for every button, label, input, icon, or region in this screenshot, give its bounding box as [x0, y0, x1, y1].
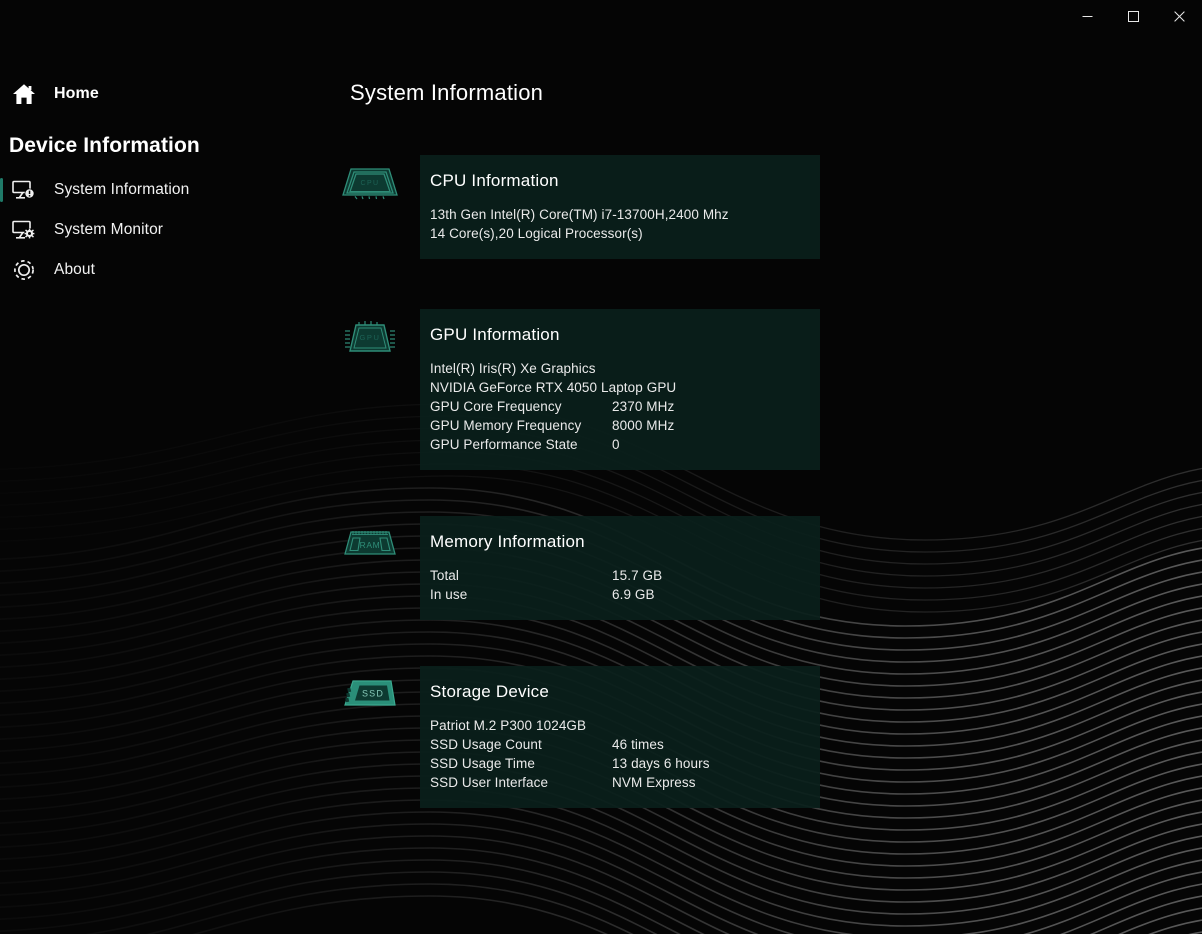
- monitor-gear-icon: [8, 220, 40, 240]
- card-line-key: SSD User Interface: [430, 775, 549, 790]
- maximize-button[interactable]: [1110, 0, 1156, 32]
- sidebar-item-label: System Monitor: [54, 221, 164, 238]
- card-line-key: Intel(R) Iris(R) Xe Graphics: [430, 361, 596, 376]
- main-content: System Information CPU CPU Information 1…: [320, 0, 1202, 934]
- card-line-key: GPU Memory Frequency: [430, 418, 582, 433]
- card-line-value: NVM Express: [612, 775, 696, 790]
- title-bar: [0, 0, 1202, 34]
- cpu-card-body: CPU Information 13th Gen Intel(R) Core(T…: [420, 155, 820, 259]
- svg-text:GPU: GPU: [359, 333, 380, 342]
- card-line-value: 13 days 6 hours: [612, 756, 710, 771]
- card-title: GPU Information: [430, 325, 560, 344]
- card-storage: SSD Storage Device Patriot M.2 P300 1024…: [320, 666, 1202, 808]
- page-title: System Information: [350, 80, 544, 105]
- card-lines: 13th Gen Intel(R) Core(TM) i7-13700H,240…: [430, 205, 820, 243]
- information-cards: CPU CPU Information 13th Gen Intel(R) Co…: [320, 155, 1202, 808]
- card-line: 13th Gen Intel(R) Core(TM) i7-13700H,240…: [430, 205, 820, 224]
- card-line-value: 46 times: [612, 737, 664, 752]
- svg-text:RAM: RAM: [360, 540, 381, 550]
- card-line-key: Total: [430, 568, 460, 583]
- card-line: GPU Performance State 0: [430, 435, 820, 454]
- card-lines: Total 15.7 GB In use 6.9 GB: [430, 566, 820, 604]
- card-line-key: SSD Usage Time: [430, 756, 535, 771]
- card-gap: [320, 620, 1202, 666]
- card-line-value: [703, 716, 820, 735]
- card-line-key: 14 Core(s),20 Logical Processor(s): [430, 226, 643, 241]
- ram-stick-icon: RAM: [320, 516, 420, 562]
- gear-icon: [8, 258, 40, 282]
- sidebar-home-label: Home: [54, 85, 99, 102]
- card-line: NVIDIA GeForce RTX 4050 Laptop GPU: [430, 378, 820, 397]
- cpu-chip-icon: CPU: [320, 155, 420, 201]
- storage-card-body: Storage Device Patriot M.2 P300 1024GB S…: [420, 666, 820, 808]
- card-line-key: NVIDIA GeForce RTX 4050 Laptop GPU: [430, 380, 677, 395]
- card-title: Memory Information: [430, 532, 585, 551]
- card-line-value: 15.7 GB: [612, 568, 663, 583]
- card-line: GPU Memory Frequency 8000 MHz: [430, 416, 820, 435]
- sidebar-item-system-information[interactable]: System Information: [0, 170, 320, 210]
- sidebar-item-home[interactable]: Home: [0, 74, 320, 114]
- sidebar: Home Device Information System Informati…: [0, 0, 320, 934]
- card-line-key: 13th Gen Intel(R) Core(TM) i7-13700H,240…: [430, 207, 729, 222]
- card-line-key: SSD Usage Count: [430, 737, 542, 752]
- card-line: SSD Usage Time 13 days 6 hours: [430, 754, 820, 773]
- gpu-card-body: GPU Information Intel(R) Iris(R) Xe Grap…: [420, 309, 820, 470]
- card-line-value: 8000 MHz: [612, 418, 675, 433]
- card-line-key: In use: [430, 587, 468, 602]
- card-line: Patriot M.2 P300 1024GB: [430, 716, 820, 735]
- app-window: Home Device Information System Informati…: [0, 0, 1202, 934]
- card-line: SSD User Interface NVM Express: [430, 773, 820, 792]
- card-line-value: [731, 224, 820, 243]
- close-icon: [1173, 10, 1185, 22]
- card-line: Total 15.7 GB: [430, 566, 820, 585]
- card-line: 14 Core(s),20 Logical Processor(s): [430, 224, 820, 243]
- monitor-info-icon: [8, 180, 40, 200]
- memory-card-body: Memory Information Total 15.7 GB In use …: [420, 516, 820, 620]
- card-cpu: CPU CPU Information 13th Gen Intel(R) Co…: [320, 155, 1202, 259]
- card-line-key: Patriot M.2 P300 1024GB: [430, 718, 587, 733]
- sidebar-item-about[interactable]: About: [0, 250, 320, 290]
- card-gpu: GPU GPU Information Intel(R) Iris(R) Xe …: [320, 309, 1202, 470]
- card-gap: [320, 259, 1202, 309]
- ssd-drive-icon: SSD: [320, 666, 420, 712]
- sidebar-item-label: About: [54, 261, 96, 278]
- sidebar-item-system-monitor[interactable]: System Monitor: [0, 210, 320, 250]
- card-lines: Patriot M.2 P300 1024GB SSD Usage Count …: [430, 716, 820, 792]
- card-line-key: GPU Performance State: [430, 437, 578, 452]
- card-line-key: GPU Core Frequency: [430, 399, 562, 414]
- card-line-value: [748, 378, 820, 397]
- minimize-button[interactable]: [1064, 0, 1110, 32]
- card-title: CPU Information: [430, 171, 559, 190]
- card-line-value: [708, 359, 820, 378]
- card-line-value: 2370 MHz: [612, 399, 675, 414]
- card-gap: [320, 470, 1202, 516]
- svg-text:CPU: CPU: [361, 180, 380, 187]
- card-lines: Intel(R) Iris(R) Xe Graphics NVIDIA GeFo…: [430, 359, 820, 454]
- card-line: In use 6.9 GB: [430, 585, 820, 604]
- maximize-icon: [1127, 10, 1139, 22]
- card-memory: RAM Memory Information Total 15.7 GB In …: [320, 516, 1202, 620]
- card-line-value: [774, 205, 820, 224]
- gpu-chip-icon: GPU: [320, 309, 420, 357]
- card-line: SSD Usage Count 46 times: [430, 735, 820, 754]
- sidebar-section-title: Device Information: [9, 134, 200, 157]
- sidebar-item-label: System Information: [54, 181, 190, 198]
- card-line-value: 6.9 GB: [612, 587, 655, 602]
- home-icon: [8, 83, 40, 105]
- svg-text:SSD: SSD: [362, 689, 384, 699]
- close-button[interactable]: [1156, 0, 1202, 32]
- card-title: Storage Device: [430, 682, 550, 701]
- card-line: Intel(R) Iris(R) Xe Graphics: [430, 359, 820, 378]
- card-line: GPU Core Frequency 2370 MHz: [430, 397, 820, 416]
- minimize-icon: [1082, 11, 1093, 22]
- card-line-value: 0: [612, 437, 620, 452]
